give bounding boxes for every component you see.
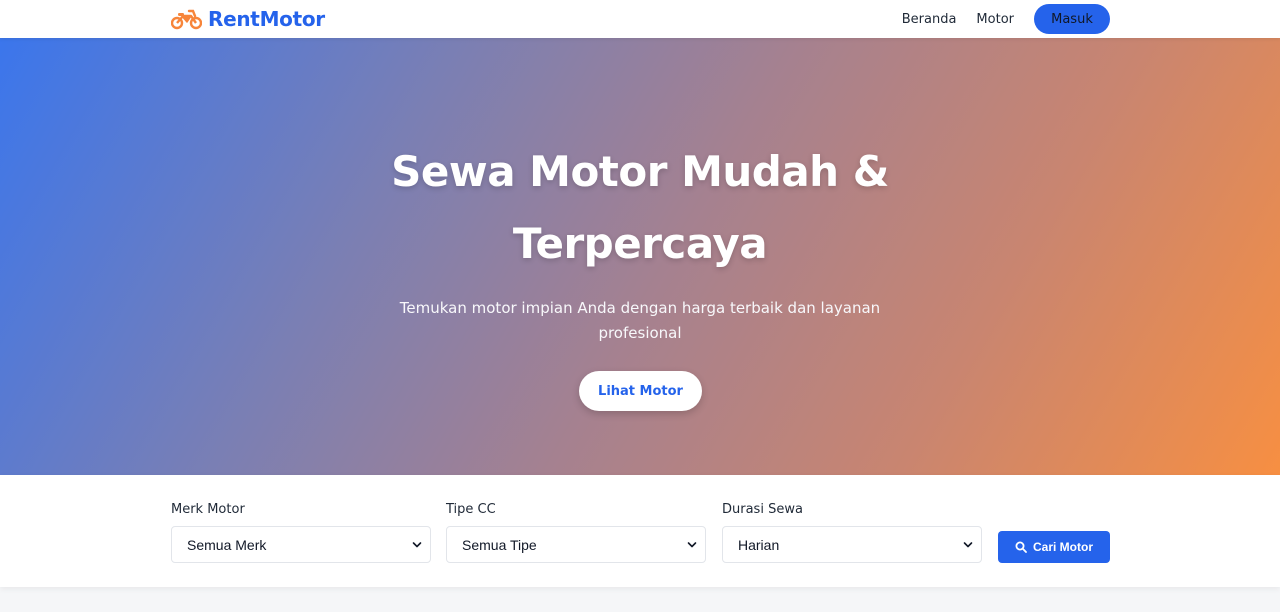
search-panel: Merk Motor Semua Merk Tipe CC Semua Tipe… [0,475,1280,587]
search-button-label: Cari Motor [1033,540,1093,554]
view-motorcycles-button[interactable]: Lihat Motor [579,371,702,411]
chevron-down-icon [963,542,973,548]
duration-filter-label: Durasi Sewa [722,502,803,517]
cc-select-value: Semua Tipe [462,537,537,553]
hero-title: Sewa Motor Mudah & Terpercaya [391,147,889,268]
cc-select[interactable]: Semua Tipe [446,526,706,563]
chevron-down-icon [687,542,697,548]
nav-links: Beranda Motor Masuk [902,4,1110,34]
motorcycle-icon [171,9,202,30]
brand-filter-label: Merk Motor [171,502,245,517]
duration-select[interactable]: Harian [722,526,982,563]
search-motorcycle-button[interactable]: Cari Motor [998,531,1110,563]
hero-subtitle: Temukan motor impian Anda dengan harga t… [399,299,881,342]
chevron-down-icon [412,542,422,548]
brand-name: RentMotor [208,7,325,31]
nav-link-motor[interactable]: Motor [976,12,1014,27]
brand-select[interactable]: Semua Merk [171,526,431,563]
search-icon [1015,541,1027,553]
brand-logo[interactable]: RentMotor [171,6,325,32]
nav-link-beranda[interactable]: Beranda [902,12,957,27]
login-button[interactable]: Masuk [1034,4,1110,34]
navbar: RentMotor Beranda Motor Masuk [0,0,1280,38]
cc-filter-label: Tipe CC [446,502,496,517]
hero-section: Sewa Motor Mudah & Terpercaya Temukan mo… [0,38,1280,475]
brand-select-value: Semua Merk [187,537,267,553]
duration-select-value: Harian [738,537,780,553]
